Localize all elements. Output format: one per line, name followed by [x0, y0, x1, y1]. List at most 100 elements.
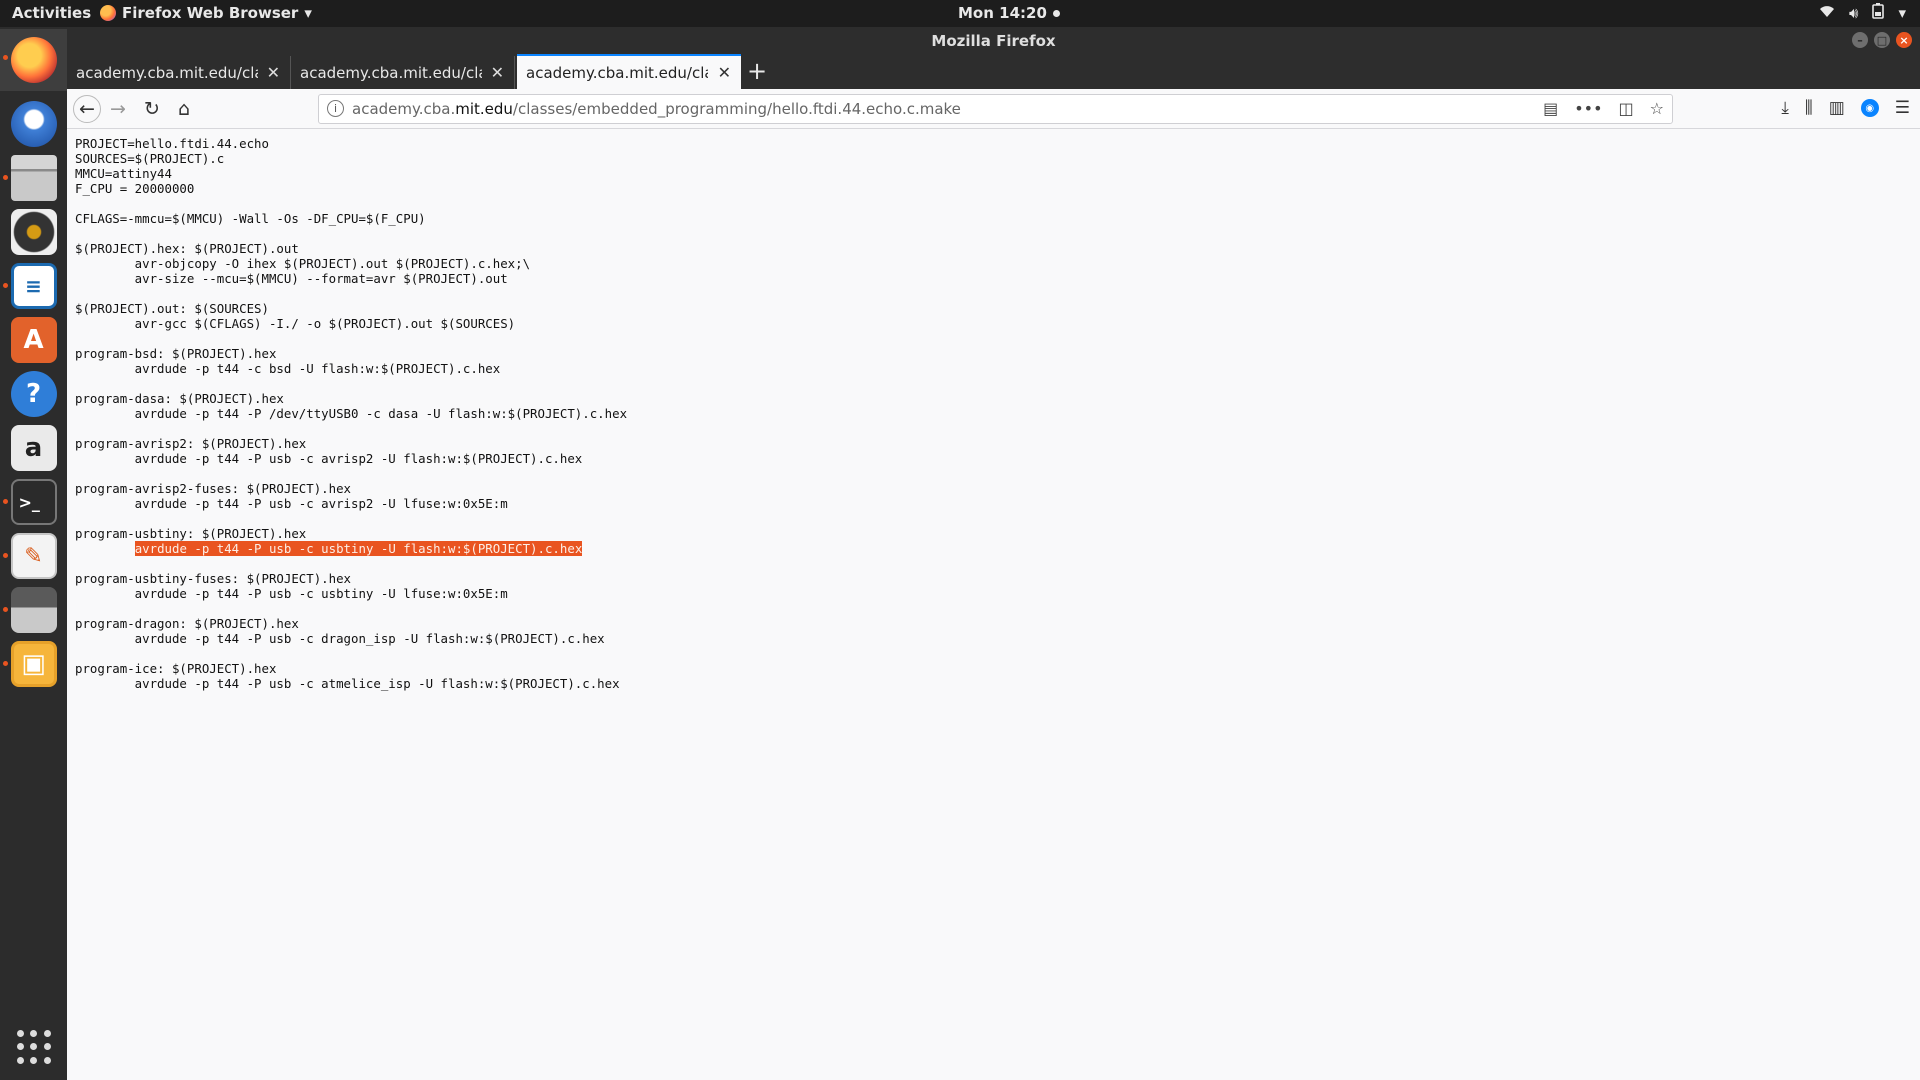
- code-line: avr-size --mcu=$(MMCU) --format=avr $(PR…: [75, 271, 508, 286]
- url-prefix: academy.cba.: [352, 100, 456, 118]
- dock-image-viewer[interactable]: ▣: [0, 633, 67, 695]
- close-tab-icon[interactable]: ✕: [491, 63, 504, 82]
- code-line: F_CPU = 20000000: [75, 181, 195, 196]
- firefox-icon: [100, 5, 116, 21]
- code-line: avrdude -p t44 -P usb -c usbtiny -U lfus…: [75, 586, 508, 601]
- activities-button[interactable]: Activities: [12, 4, 91, 22]
- dock-terminal[interactable]: >_: [0, 471, 67, 533]
- code-line: avr-gcc $(CFLAGS) -I./ -o $(PROJECT).out…: [75, 316, 516, 331]
- text-editor-icon: ✎: [10, 533, 57, 579]
- running-indicator-icon: [3, 499, 8, 504]
- amazon-icon: a: [10, 425, 57, 471]
- thunderbird-icon: [10, 101, 57, 147]
- url-path: /classes/embedded_programming/hello.ftdi…: [512, 100, 961, 118]
- terminal-icon: >_: [10, 479, 57, 525]
- tab-3-selected[interactable]: academy.cba.mit.edu/classes/embedded_pro…: [517, 54, 741, 89]
- dock-software[interactable]: A: [0, 309, 67, 371]
- bookmark-star-icon[interactable]: ☆: [1650, 99, 1664, 118]
- files-icon: [10, 155, 57, 201]
- home-icon[interactable]: ⌂: [172, 97, 196, 121]
- window-titlebar[interactable]: Mozilla Firefox – □ ×: [67, 27, 1920, 54]
- writer-icon: ≡: [10, 263, 57, 309]
- url-bar[interactable]: i academy.cba. mit.edu/classes/embedded_p…: [318, 94, 1673, 124]
- running-indicator-icon: [3, 283, 8, 288]
- code-line: avr-objcopy -O ihex $(PROJECT).out $(PRO…: [75, 256, 531, 271]
- tab-label: academy.cba.mit.edu/classes/embedded_pro…: [76, 63, 258, 82]
- dock-firefox[interactable]: [0, 29, 67, 91]
- tab-strip: academy.cba.mit.edu/classes/embedded_pro…: [67, 54, 1920, 89]
- window-title: Mozilla Firefox: [931, 32, 1056, 50]
- code-line: avrdude -p t44 -P usb -c dragon_isp -U f…: [75, 631, 605, 646]
- code-line: $(PROJECT).out: $(SOURCES): [75, 301, 269, 316]
- back-icon[interactable]: ←: [73, 95, 101, 123]
- caret-down-icon: ▾: [304, 4, 312, 22]
- pocket-icon[interactable]: ◫: [1619, 99, 1634, 118]
- dock-rhythmbox[interactable]: [0, 201, 67, 263]
- code-line: program-dasa: $(PROJECT).hex: [75, 391, 284, 406]
- system-menu-caret-icon[interactable]: ▾: [1898, 4, 1906, 22]
- clock-label: Mon 14:20: [958, 4, 1047, 22]
- clock[interactable]: Mon 14:20: [958, 4, 1060, 22]
- forward-icon[interactable]: →: [106, 97, 130, 121]
- code-line: MMCU=attiny44: [75, 166, 172, 181]
- reader-view-icon[interactable]: ▤: [1543, 99, 1558, 118]
- dock-writer[interactable]: ≡: [0, 255, 67, 317]
- code-line: program-usbtiny: $(PROJECT).hex: [75, 526, 307, 541]
- dock-thunderbird[interactable]: [0, 93, 67, 155]
- reload-icon[interactable]: ↻: [140, 97, 164, 121]
- wifi-icon[interactable]: [1819, 4, 1835, 22]
- code-line: avrdude -p t44 -c bsd -U flash:w:$(PROJE…: [75, 361, 501, 376]
- gnome-top-bar: Activities Firefox Web Browser ▾ Mon 14:…: [0, 0, 1920, 27]
- code-line: $(PROJECT).hex: $(PROJECT).out: [75, 241, 299, 256]
- tab-label: academy.cba.mit.edu/classes/embedded_pro…: [300, 63, 482, 82]
- maximize-icon[interactable]: □: [1874, 32, 1890, 48]
- close-tab-icon[interactable]: ✕: [267, 63, 280, 82]
- page-actions-icon[interactable]: •••: [1574, 99, 1602, 118]
- downloads-icon[interactable]: ⤓: [1781, 98, 1789, 118]
- notification-dot-icon: [1052, 9, 1060, 17]
- firefox-icon: [10, 37, 57, 83]
- volume-icon[interactable]: 🔊︎: [1849, 4, 1858, 22]
- dock-files[interactable]: [0, 147, 67, 209]
- library-icon[interactable]: ⫼: [1805, 98, 1813, 118]
- minimize-icon[interactable]: –: [1852, 32, 1868, 48]
- software-icon: A: [10, 317, 57, 363]
- code-line: program-ice: $(PROJECT).hex: [75, 661, 277, 676]
- app-menu[interactable]: Firefox Web Browser ▾: [100, 4, 312, 22]
- battery-icon[interactable]: [1872, 3, 1885, 23]
- new-tab-icon[interactable]: +: [747, 57, 767, 85]
- code-line: program-bsd: $(PROJECT).hex: [75, 346, 277, 361]
- close-tab-icon[interactable]: ✕: [718, 63, 731, 82]
- show-applications-icon[interactable]: [17, 1030, 51, 1064]
- tab-2[interactable]: academy.cba.mit.edu/classes/embedded_pro…: [291, 56, 515, 89]
- system-tray[interactable]: 🔊︎ ▾: [1819, 3, 1906, 23]
- code-line: CFLAGS=-mmcu=$(MMCU) -Wall -Os -DF_CPU=$…: [75, 211, 426, 226]
- close-window-icon[interactable]: ×: [1896, 32, 1912, 48]
- dock-scanner[interactable]: [0, 579, 67, 641]
- help-icon: ?: [10, 371, 57, 417]
- image-viewer-icon: ▣: [10, 641, 57, 687]
- code-line: avrdude -p t44 -P usb -c avrisp2 -U lfus…: [75, 496, 508, 511]
- selected-text[interactable]: avrdude -p t44 -P usb -c usbtiny -U flas…: [134, 541, 583, 556]
- dock-amazon[interactable]: a: [0, 417, 67, 479]
- code-line: PROJECT=hello.ftdi.44.echo: [75, 136, 269, 151]
- dock-help[interactable]: ?: [0, 363, 67, 425]
- sidebar-icon[interactable]: ▥: [1829, 98, 1845, 118]
- navigation-toolbar: ← → ↻ ⌂ i academy.cba. mit.edu/classes/em…: [67, 89, 1920, 129]
- dock-text-editor[interactable]: ✎: [0, 525, 67, 587]
- running-indicator-icon: [3, 607, 8, 612]
- tab-1[interactable]: academy.cba.mit.edu/classes/embedded_pro…: [67, 56, 291, 89]
- makefile-text: PROJECT=hello.ftdi.44.echo SOURCES=$(PROJ…: [75, 136, 627, 691]
- site-info-icon[interactable]: i: [327, 100, 344, 117]
- hamburger-menu-icon[interactable]: ☰: [1895, 98, 1910, 118]
- sync-account-icon[interactable]: ◉: [1860, 99, 1879, 117]
